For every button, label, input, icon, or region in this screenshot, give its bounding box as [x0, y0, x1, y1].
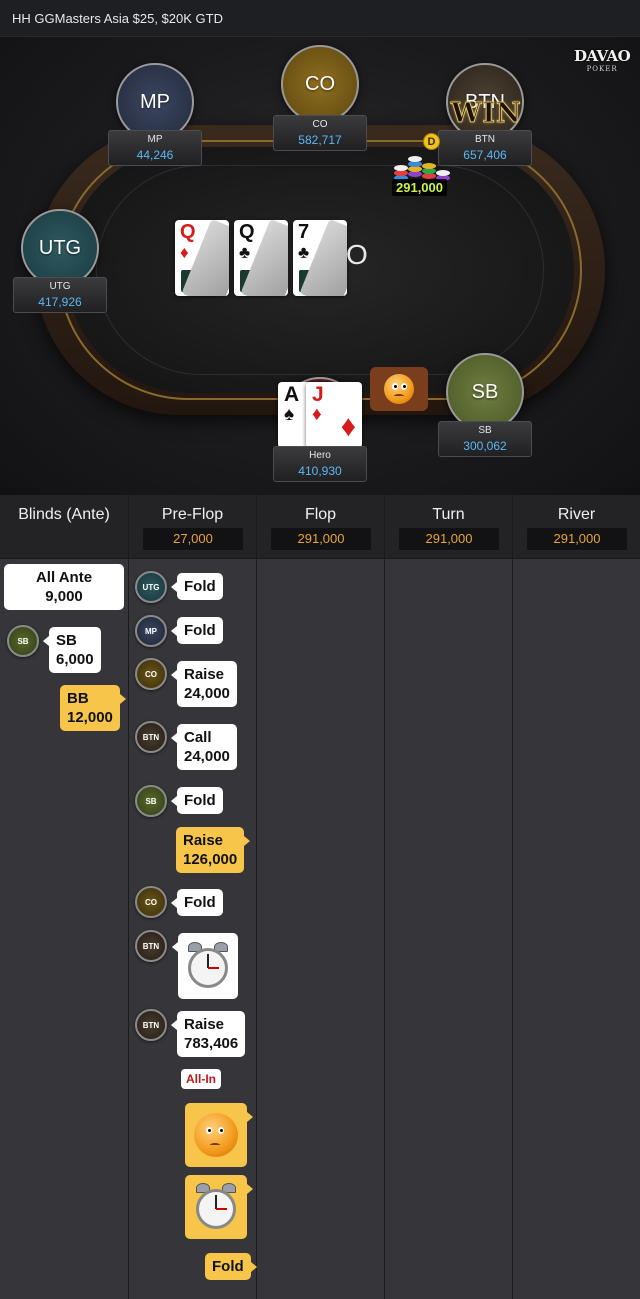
player-name: Hero — [309, 450, 331, 461]
action-call: Call 24,000 — [171, 724, 237, 770]
clock-icon — [185, 1175, 253, 1239]
player-plate: UTG 417,926 — [13, 277, 107, 313]
all-in-badge: All-In — [181, 1069, 221, 1089]
avatar: UTG — [21, 209, 99, 287]
player-stack: 44,246 — [136, 148, 174, 162]
position-badge-btn: BTN — [135, 721, 167, 753]
column-header-preflop: Pre-Flop 27,000 — [129, 495, 257, 559]
thinking-face-icon — [185, 1103, 253, 1167]
player-name: SB — [478, 425, 492, 436]
player-plate: CO 582,717 — [273, 115, 367, 151]
position-badge-btn: BTN — [135, 930, 167, 962]
position-badge-btn: BTN — [135, 1009, 167, 1041]
hand-title: HH GGMasters Asia $25, $20K GTD — [12, 11, 223, 26]
dealer-button-icon: D — [423, 133, 440, 150]
column-flop — [257, 559, 385, 1299]
clock-icon — [172, 933, 238, 999]
action-fold: Fold — [171, 617, 223, 644]
position-badge-utg: UTG — [135, 571, 167, 603]
davao-poker-logo: DAVAO POKER — [574, 47, 631, 73]
avatar: CO — [281, 45, 359, 123]
position-badge-mp: MP — [135, 615, 167, 647]
player-stack: 410,930 — [298, 464, 342, 478]
action-history: Blinds (Ante) Pre-Flop 27,000 Flop 291,0… — [0, 495, 640, 1299]
pot-amount: 27,000 — [143, 528, 243, 550]
pot-amount: 291,000 — [399, 528, 499, 550]
action-raise: Raise 24,000 — [171, 661, 237, 707]
player-stack: 582,717 — [298, 133, 342, 147]
hand-history-screen: HH GGMasters Asia $25, $20K GTD DAVAO PO… — [0, 0, 640, 1299]
player-stack: 657,406 — [463, 148, 507, 162]
player-plate: Hero 410,930 — [273, 446, 367, 482]
column-turn — [385, 559, 513, 1299]
avatar: SB — [446, 353, 524, 431]
column-header-flop: Flop 291,000 — [257, 495, 385, 559]
pot-amount: 291,000 — [271, 528, 371, 550]
bb-blind-entry: BB 12,000 — [60, 685, 126, 731]
player-plate: BTN 657,406 — [438, 130, 532, 166]
header-bar: HH GGMasters Asia $25, $20K GTD — [0, 0, 640, 37]
board-card: 7 ♣ — [293, 220, 347, 296]
ante-entry: All Ante 9,000 — [4, 564, 124, 610]
action-fold: Fold — [171, 889, 223, 916]
sb-blind-entry: SB 6,000 — [43, 627, 101, 673]
position-badge-co: CO — [135, 886, 167, 918]
pot-amount: 291,000 — [392, 179, 447, 196]
board-card: Q ♦ — [175, 220, 229, 296]
player-stack: 417,926 — [38, 295, 82, 309]
hero-action-fold: Fold — [205, 1253, 257, 1280]
poker-table-view: DAVAO POKER MP MP 44,246 CO CO 582,717 B… — [0, 37, 640, 495]
player-stack: 300,062 — [463, 439, 507, 453]
column-river — [513, 559, 640, 1299]
action-fold: Fold — [171, 573, 223, 600]
column-header-turn: Turn 291,000 — [385, 495, 513, 559]
action-fold: Fold — [171, 787, 223, 814]
player-name: UTG — [49, 281, 71, 292]
player-plate: MP 44,246 — [108, 130, 202, 166]
position-badge-co: CO — [135, 658, 167, 690]
pot-amount: 291,000 — [527, 528, 627, 550]
player-plate: SB 300,062 — [438, 421, 532, 457]
chip-stack-icon — [392, 149, 452, 183]
win-badge: WIN — [451, 98, 522, 130]
position-badge-sb: SB — [135, 785, 167, 817]
board-partial-text: O — [346, 239, 368, 270]
player-name: MP — [147, 134, 163, 145]
hero-action-raise: Raise 126,000 — [176, 827, 251, 873]
column-header-river: River 291,000 — [513, 495, 640, 559]
action-raise: Raise 783,406 — [170, 1011, 246, 1057]
player-name: CO — [312, 119, 328, 130]
position-badge-sb: SB — [7, 625, 39, 657]
column-header-blinds: Blinds (Ante) — [0, 495, 129, 559]
hero-card: J ♦ ♦ — [306, 382, 362, 448]
board-card: Q ♣ — [234, 220, 288, 296]
thinking-face-icon — [370, 367, 428, 411]
player-name: BTN — [475, 134, 495, 145]
